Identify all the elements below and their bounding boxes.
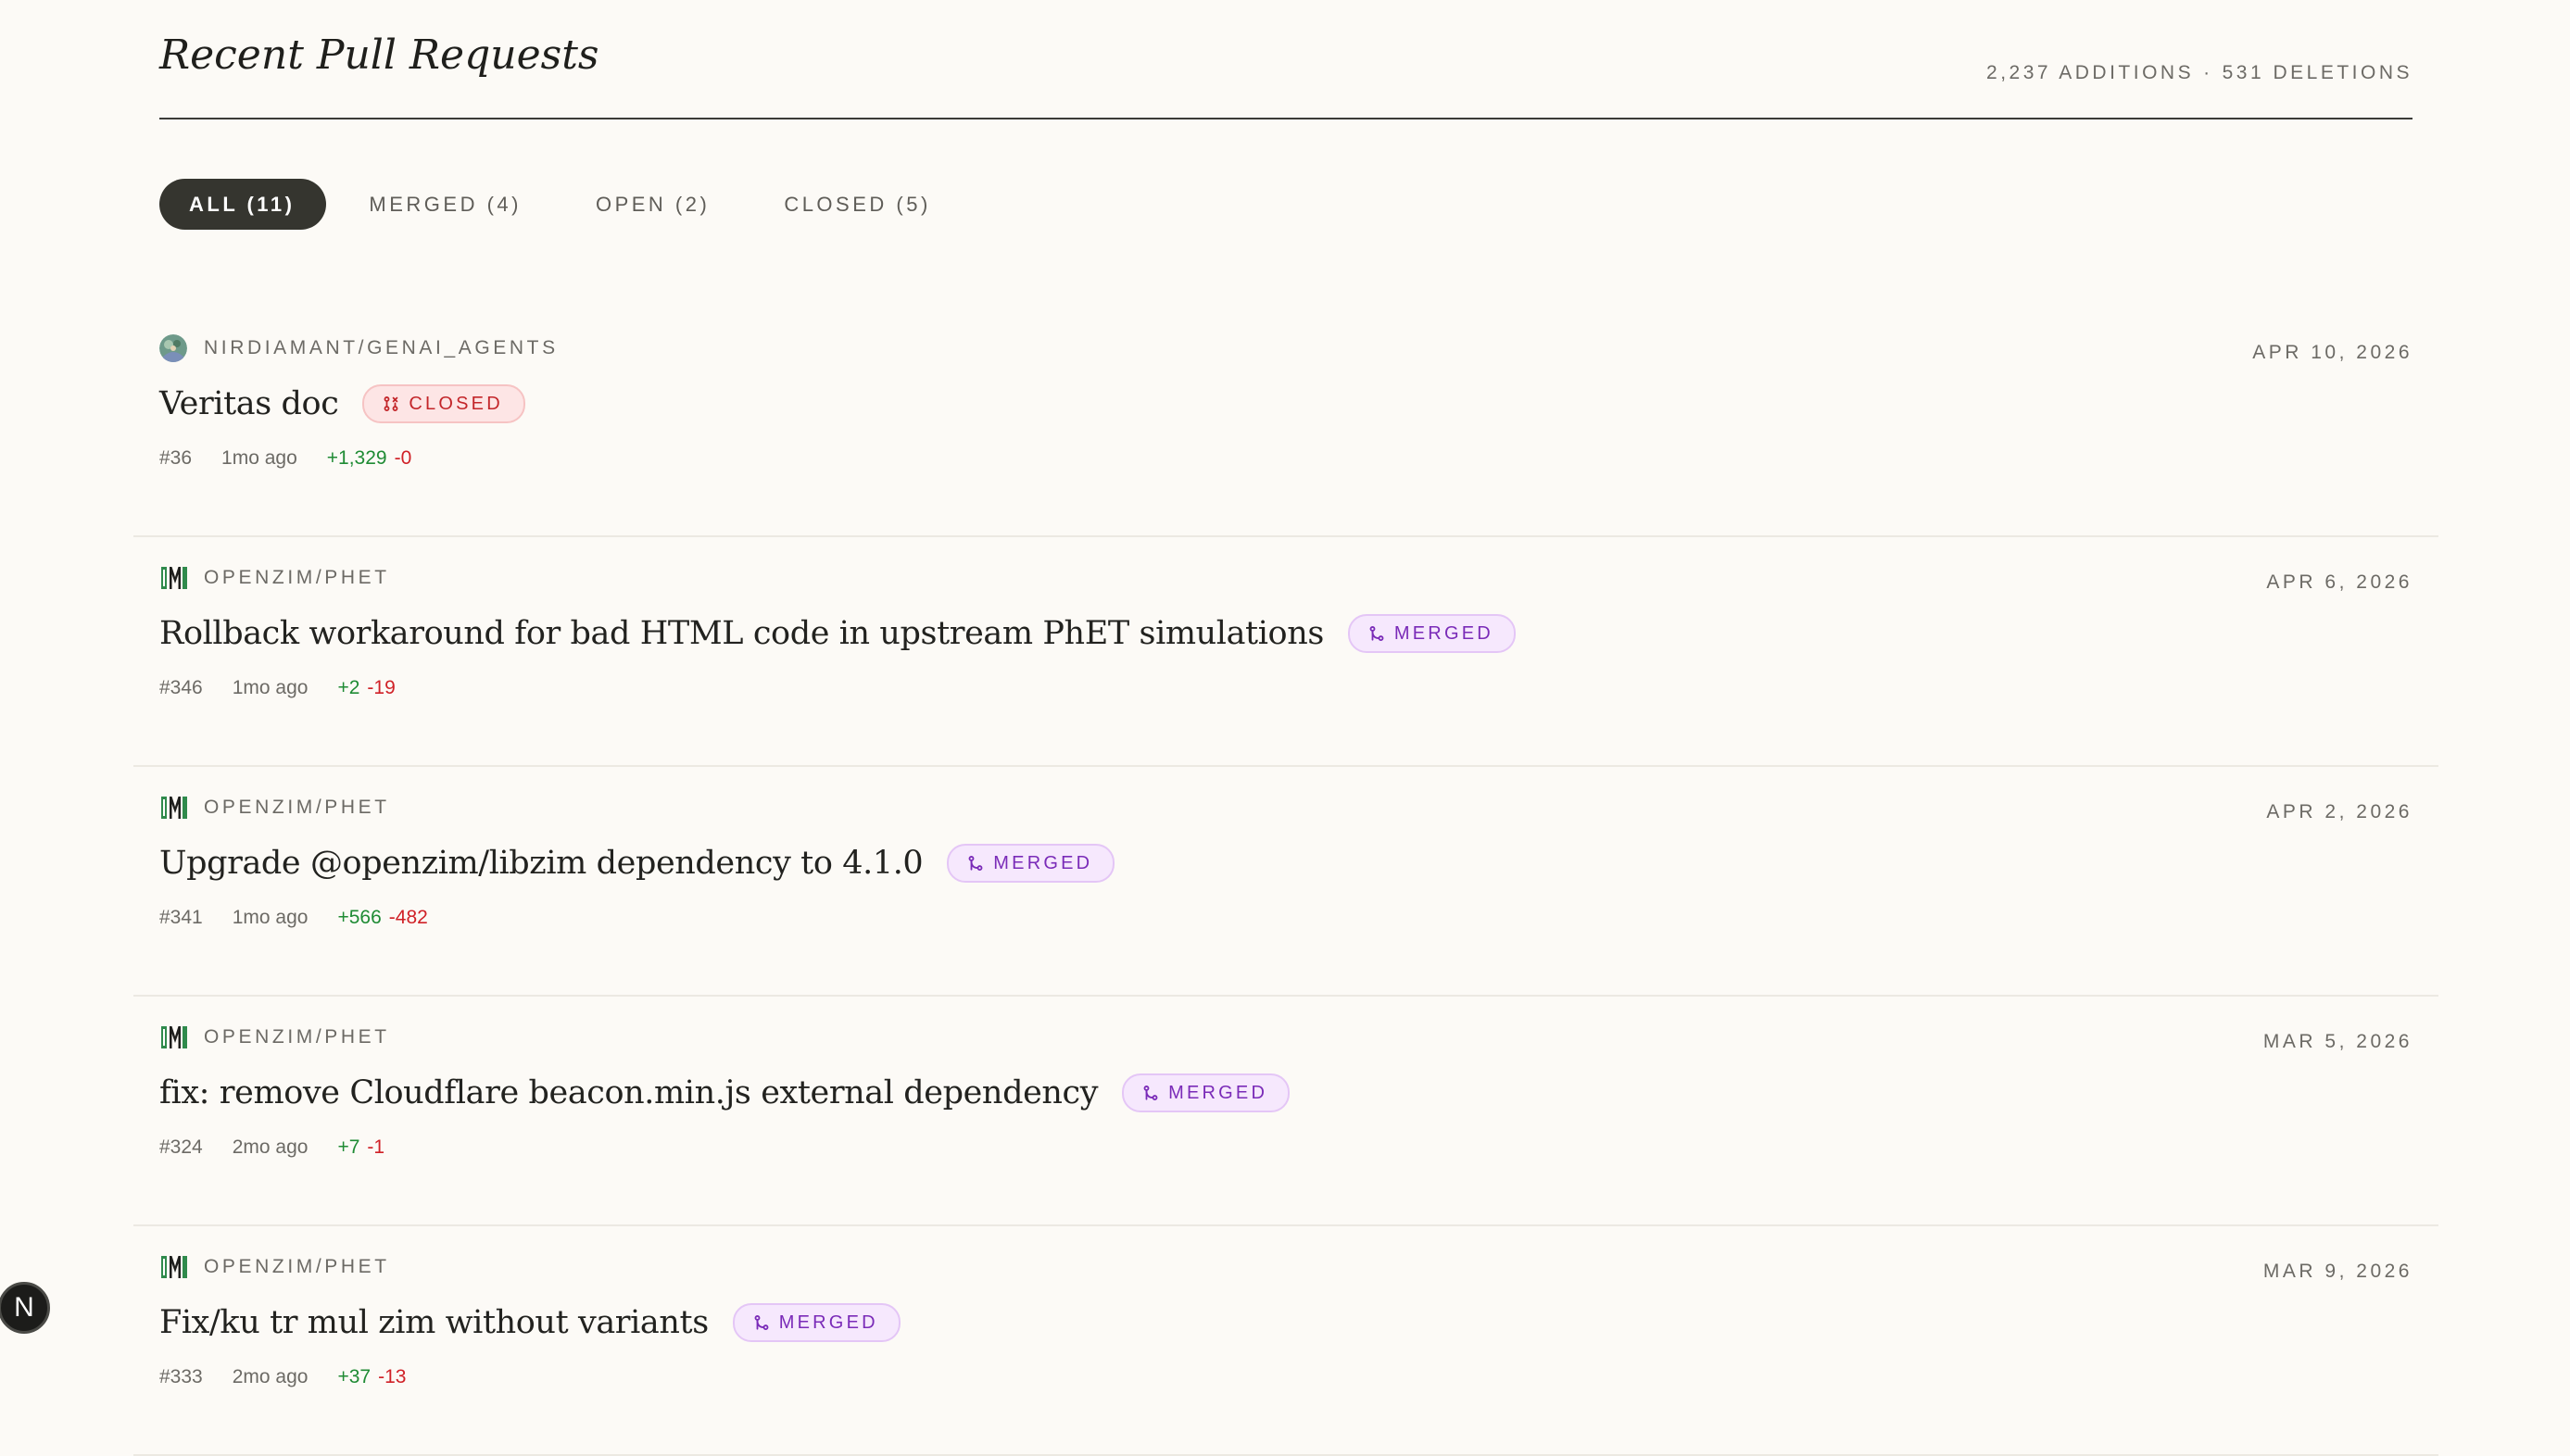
pr-deletions: -13 bbox=[378, 1366, 407, 1387]
change-summary: 2,237 ADDITIONS · 531 DELETIONS bbox=[1986, 59, 2413, 87]
pr-number: #341 bbox=[159, 907, 203, 928]
total-additions: 2,237 ADDITIONS bbox=[1986, 62, 2195, 83]
filter-tabs: ALL (11) MERGED (4) OPEN (2) CLOSED (5) bbox=[159, 179, 974, 230]
nextjs-dev-indicator-button[interactable]: N bbox=[0, 1282, 50, 1334]
summary-separator: · bbox=[2203, 62, 2213, 83]
total-deletions: 531 DELETIONS bbox=[2222, 62, 2413, 83]
pr-date: MAR 5, 2026 bbox=[2262, 1031, 2413, 1052]
repo-label[interactable]: OPENZIM/PHET bbox=[159, 563, 390, 593]
pr-date: APR 2, 2026 bbox=[2266, 801, 2413, 822]
pr-deletions: -1 bbox=[367, 1136, 385, 1158]
pr-additions: +2 bbox=[337, 677, 360, 698]
pr-deletions: -19 bbox=[367, 677, 396, 698]
tab-closed[interactable]: CLOSED (5) bbox=[752, 179, 962, 230]
pr-age: 1mo ago bbox=[232, 907, 309, 928]
openzim-logo-icon bbox=[159, 564, 189, 592]
avatar-icon bbox=[159, 334, 187, 362]
pull-request-item[interactable]: OPENZIM/PHET APR 6, 2026 Rollback workar… bbox=[133, 537, 2438, 767]
tab-merged[interactable]: MERGED (4) bbox=[337, 179, 553, 230]
pr-date: APR 6, 2026 bbox=[2266, 571, 2413, 593]
pr-additions: +37 bbox=[337, 1366, 372, 1387]
pr-title[interactable]: Rollback workaround for bad HTML code in… bbox=[159, 608, 1324, 659]
pull-request-item[interactable]: OPENZIM/PHET MAR 9, 2026 Fix/ku tr mul z… bbox=[133, 1226, 2438, 1456]
merge-icon bbox=[754, 1315, 769, 1330]
pr-title-row: Veritas doc CLOSED bbox=[159, 378, 525, 430]
pull-request-item[interactable]: OPENZIM/PHET MAR 5, 2026 fix: remove Clo… bbox=[133, 997, 2438, 1226]
status-label: MERGED bbox=[993, 852, 1093, 873]
pr-date: APR 10, 2026 bbox=[2252, 342, 2413, 363]
status-badge: CLOSED bbox=[362, 384, 525, 423]
merge-icon bbox=[1143, 1086, 1158, 1100]
pr-title-row: Upgrade @openzim/libzim dependency to 4.… bbox=[159, 837, 1115, 889]
page-title: Recent Pull Requests bbox=[159, 31, 599, 79]
pr-age: 2mo ago bbox=[232, 1136, 309, 1158]
openzim-logo-icon bbox=[159, 794, 189, 822]
repo-name: OPENZIM/PHET bbox=[204, 1256, 390, 1277]
status-label: MERGED bbox=[1393, 622, 1493, 644]
status-label: MERGED bbox=[778, 1312, 878, 1333]
status-label: MERGED bbox=[1168, 1082, 1268, 1103]
pr-additions: +566 bbox=[337, 907, 382, 928]
status-label: CLOSED bbox=[409, 393, 503, 414]
pr-meta: #324 2mo ago +7 -1 bbox=[159, 1134, 384, 1161]
status-badge: MERGED bbox=[1122, 1073, 1291, 1112]
pr-meta: #341 1mo ago +566 -482 bbox=[159, 904, 428, 932]
openzim-logo-icon bbox=[159, 1023, 189, 1051]
pr-title[interactable]: Veritas doc bbox=[159, 378, 339, 430]
repo-name: OPENZIM/PHET bbox=[204, 567, 390, 588]
pull-request-closed-icon bbox=[384, 396, 398, 411]
repo-label[interactable]: NIRDIAMANT/GENAI_AGENTS bbox=[159, 333, 559, 363]
merge-icon bbox=[968, 856, 983, 871]
pr-number: #324 bbox=[159, 1136, 203, 1158]
repo-label[interactable]: OPENZIM/PHET bbox=[159, 1023, 390, 1052]
pr-age: 1mo ago bbox=[221, 447, 297, 469]
pr-title-row: Rollback workaround for bad HTML code in… bbox=[159, 608, 1516, 659]
pr-number: #36 bbox=[159, 447, 193, 469]
pr-title-row: fix: remove Cloudflare beacon.min.js ext… bbox=[159, 1067, 1291, 1119]
openzim-logo-icon bbox=[159, 1253, 189, 1281]
repo-label[interactable]: OPENZIM/PHET bbox=[159, 1252, 390, 1282]
merge-icon bbox=[1369, 626, 1384, 641]
repo-name: OPENZIM/PHET bbox=[204, 1026, 390, 1048]
repo-name: OPENZIM/PHET bbox=[204, 797, 390, 818]
pr-title-row: Fix/ku tr mul zim without variants MERGE… bbox=[159, 1297, 901, 1349]
pr-meta: #36 1mo ago +1,329 -0 bbox=[159, 445, 411, 472]
tab-open[interactable]: OPEN (2) bbox=[564, 179, 741, 230]
pr-age: 2mo ago bbox=[232, 1366, 309, 1387]
pr-title[interactable]: Fix/ku tr mul zim without variants bbox=[159, 1297, 709, 1349]
pr-date: MAR 9, 2026 bbox=[2262, 1261, 2413, 1282]
pr-meta: #333 2mo ago +37 -13 bbox=[159, 1363, 406, 1391]
pr-number: #333 bbox=[159, 1366, 203, 1387]
status-badge: MERGED bbox=[1347, 614, 1516, 653]
repo-label[interactable]: OPENZIM/PHET bbox=[159, 793, 390, 822]
pr-additions: +1,329 bbox=[326, 447, 387, 469]
pull-request-list: NIRDIAMANT/GENAI_AGENTS APR 10, 2026 Ver… bbox=[133, 308, 2438, 1456]
pr-meta: #346 1mo ago +2 -19 bbox=[159, 674, 396, 702]
repo-name: NIRDIAMANT/GENAI_AGENTS bbox=[204, 337, 559, 358]
pr-additions: +7 bbox=[337, 1136, 360, 1158]
tab-all[interactable]: ALL (11) bbox=[159, 179, 327, 230]
pr-deletions: -0 bbox=[394, 447, 412, 469]
page-header: Recent Pull Requests 2,237 ADDITIONS · 531… bbox=[159, 0, 2413, 119]
pr-age: 1mo ago bbox=[232, 677, 309, 698]
pr-title[interactable]: Upgrade @openzim/libzim dependency to 4.… bbox=[159, 837, 924, 889]
nextjs-logo-icon: N bbox=[14, 1292, 34, 1323]
status-badge: MERGED bbox=[732, 1303, 901, 1342]
pr-number: #346 bbox=[159, 677, 203, 698]
status-badge: MERGED bbox=[947, 844, 1115, 883]
pr-deletions: -482 bbox=[388, 907, 428, 928]
pull-request-item[interactable]: OPENZIM/PHET APR 2, 2026 Upgrade @openzi… bbox=[133, 767, 2438, 997]
pr-title[interactable]: fix: remove Cloudflare beacon.min.js ext… bbox=[159, 1067, 1099, 1119]
page-container: Recent Pull Requests 2,237 ADDITIONS · 531… bbox=[133, 0, 2438, 1456]
pull-request-item[interactable]: NIRDIAMANT/GENAI_AGENTS APR 10, 2026 Ver… bbox=[133, 308, 2438, 537]
